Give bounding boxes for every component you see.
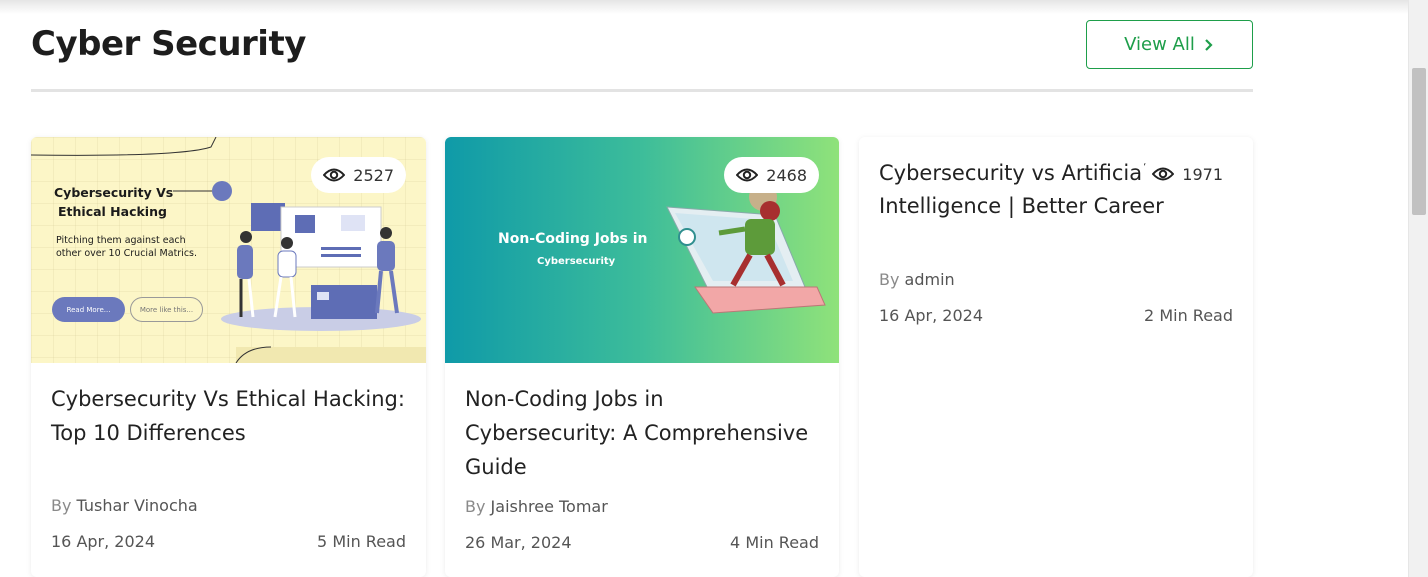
section-title: Cyber Security [31,24,306,64]
thumbnail-subheading: Cybersecurity [537,256,616,267]
article-byline: By Jaishree Tomar [465,497,608,516]
view-all-label: View All [1124,34,1195,55]
view-all-button[interactable]: View All [1086,20,1253,69]
article-read-time: 5 Min Read [317,532,406,551]
view-count: 2468 [766,165,807,185]
article-title[interactable]: Cybersecurity Vs Ethical Hacking: Top 10… [51,382,406,450]
scrollbar-thumb[interactable] [1412,68,1426,215]
view-count-badge: 2468 [724,157,819,193]
thumbnail-more-like-this: More like this... [130,297,203,322]
article-author[interactable]: Jaishree Tomar [491,497,608,516]
article-read-time: 4 Min Read [730,533,819,552]
article-card[interactable]: Cybersecurity vs Artificial Intelligence… [859,137,1253,577]
view-count-badge: 2527 [311,157,406,193]
chevron-right-icon [1205,38,1213,51]
article-date: 26 Mar, 2024 [465,533,572,552]
article-title[interactable]: Non-Coding Jobs in Cybersecurity: A Comp… [465,382,820,484]
view-count-badge: 1971 [1142,157,1233,191]
view-count: 2527 [353,165,394,185]
thumbnail-heading: Cybersecurity Vs Ethical Hacking [54,185,174,219]
article-read-time: 2 Min Read [1144,306,1233,325]
page-scrollbar[interactable] [1408,0,1428,577]
article-byline: By Tushar Vinocha [51,496,198,515]
article-date: 16 Apr, 2024 [51,532,156,551]
article-thumbnail[interactable]: Non-Coding Jobs in Cybersecurity 2468 [445,137,839,363]
article-card[interactable]: Cybersecurity Vs Ethical Hacking Pitchin… [31,137,426,577]
header-shadow [0,0,1408,14]
article-card[interactable]: Non-Coding Jobs in Cybersecurity 2468 No… [445,137,839,577]
article-date: 16 Apr, 2024 [879,306,984,325]
article-author[interactable]: Tushar Vinocha [77,496,198,515]
article-thumbnail[interactable]: Cybersecurity Vs Ethical Hacking Pitchin… [31,137,426,363]
eye-icon [736,168,759,182]
thumbnail-heading: Non-Coding Jobs in [498,231,648,247]
view-count: 1971 [1182,164,1223,184]
thumbnail-subtext: Pitching them against each other over 10… [56,235,198,259]
eye-icon [1152,167,1175,181]
article-author[interactable]: admin [905,270,955,289]
section-divider [31,89,1253,92]
eye-icon [323,168,346,182]
thumbnail-read-more: Read More... [52,297,125,322]
article-byline: By admin [879,270,955,289]
